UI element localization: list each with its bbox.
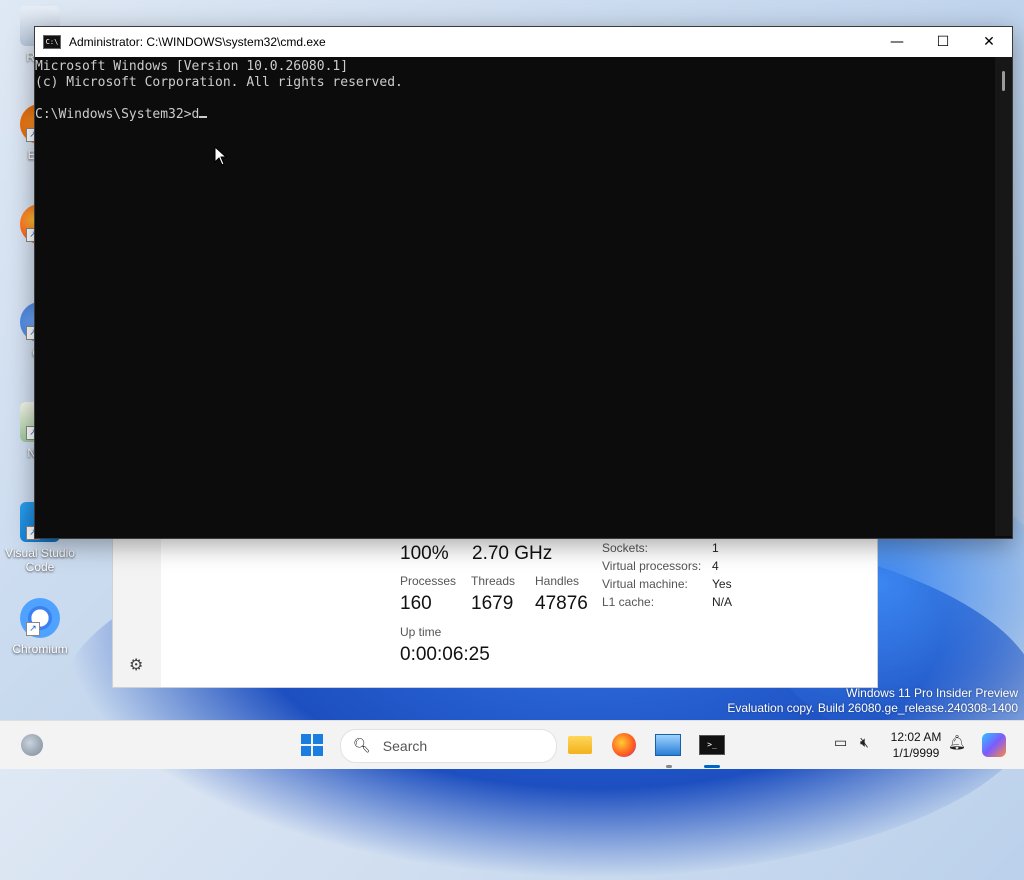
evaluation-watermark: Windows 11 Pro Insider Preview Evaluatio… [727,686,1018,716]
task-manager-icon [655,734,681,756]
copilot-button[interactable] [978,729,1010,761]
tray-network-icon[interactable]: ▭ [834,735,847,751]
clock-time: 12:02 AM [890,730,942,744]
watermark-line-2: Evaluation copy. Build 26080.ge_release.… [727,701,1018,715]
cmd-app-icon: C:\ [43,35,61,49]
file-explorer-icon [568,736,592,754]
start-button[interactable] [296,729,328,761]
scrollbar-thumb[interactable] [1002,71,1005,91]
firefox-icon [612,733,636,757]
desktop-icon-label: Visual Studio Code [5,546,75,574]
copilot-icon [982,733,1006,757]
console-prompt-text: C:\Windows\System32>d [35,107,200,122]
chromium-icon: ↗ [20,598,60,638]
detail-key: Virtual processors: [602,559,702,573]
taskbar: 🔍︎ Search >_ ▭ 🔇︎ 12:02 AM 1/1/9999 🔔︎ [0,720,1024,769]
cmd-icon: >_ [699,735,725,755]
watermark-line-1: Windows 11 Pro Insider Preview [846,686,1018,700]
window-title: Administrator: C:\WINDOWS\system32\cmd.e… [69,35,326,49]
uptime-value: 0:00:06:25 [400,644,490,665]
console-output[interactable]: Microsoft Windows [Version 10.0.26080.1]… [35,57,995,538]
cmd-title-bar[interactable]: C:\ Administrator: C:\WINDOWS\system32\c… [35,27,1012,57]
detail-key: Sockets: [602,541,649,555]
minimize-button[interactable]: — [874,27,920,57]
cmd-window[interactable]: C:\ Administrator: C:\WINDOWS\system32\c… [34,26,1013,539]
shortcut-arrow-icon: ↗ [26,622,40,636]
cpu-utilization: 100% [400,543,449,564]
detail-value: N/A [712,595,733,609]
desktop-icon-label: Chromium [12,642,68,656]
widgets-button[interactable] [16,729,48,761]
detail-value: 1 [712,541,719,555]
start-icon [301,734,323,756]
taskbar-cmd[interactable]: >_ [696,729,728,761]
tray-volume-muted-icon[interactable]: 🔇︎ [860,735,869,751]
detail-key: Virtual machine: [602,577,688,591]
clock-date: 1/1/9999 [892,746,940,760]
taskbar-search-box[interactable]: 🔍︎ Search [340,729,557,763]
taskbar-task-manager[interactable] [652,729,684,761]
console-prompt-line[interactable]: C:\Windows\System32>d [35,107,995,123]
processes-label: Processes [400,574,457,588]
uptime-label: Up time [400,625,442,639]
maximize-button[interactable]: ☐ [920,27,966,57]
search-placeholder: Search [382,738,428,754]
settings-gear-icon[interactable]: ⚙ [129,655,143,674]
cpu-speed: 2.70 GHz [472,543,553,564]
search-icon: 🔍︎ [353,738,371,754]
threads-label: Threads [471,574,516,588]
weather-widget-icon [21,734,43,756]
processes-value: 160 [400,593,432,614]
taskbar-file-explorer[interactable] [564,729,596,761]
handles-label: Handles [535,574,580,588]
taskbar-firefox[interactable] [608,729,640,761]
text-cursor [199,116,208,118]
console-line: Microsoft Windows [Version 10.0.26080.1] [35,59,349,74]
desktop-icon-chromium[interactable]: ↗ Chromium [4,598,76,656]
mouse-pointer-icon [214,146,228,166]
detail-value: Yes [712,577,732,591]
handles-value: 47876 [535,593,588,614]
notification-bell-icon[interactable]: 🔔︎ [948,735,966,751]
threads-value: 1679 [471,593,514,614]
detail-key: L1 cache: [602,595,655,609]
vertical-scrollbar[interactable] [995,57,1012,536]
task-manager-window: ⚙ 100% 2.70 GHz Processes Threads Handle… [112,536,878,688]
clock[interactable]: 12:02 AM 1/1/9999 [884,729,948,761]
console-line: (c) Microsoft Corporation. All rights re… [35,75,403,90]
detail-value: 4 [712,559,719,573]
close-button[interactable]: ✕ [966,27,1012,57]
